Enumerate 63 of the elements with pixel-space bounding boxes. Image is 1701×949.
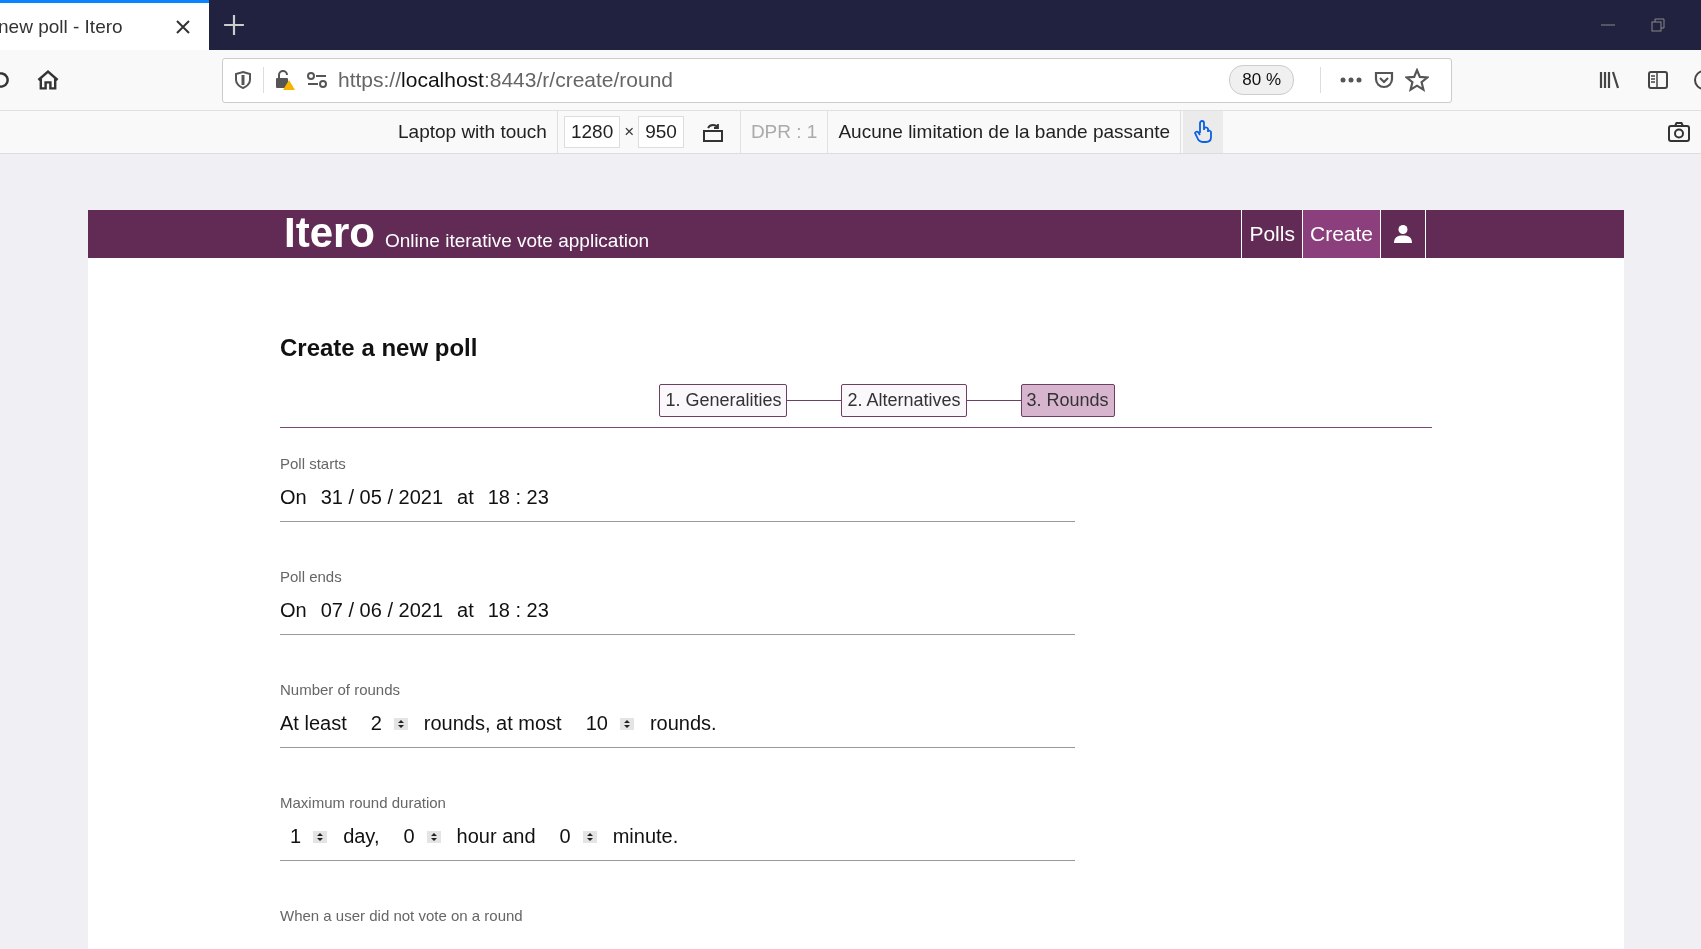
field-text: On	[280, 486, 307, 509]
field-label: Number of rounds	[280, 681, 402, 698]
field-text: On	[280, 599, 307, 622]
field-text: rounds.	[649, 712, 717, 735]
field-label: Maximum round duration	[280, 794, 447, 811]
field-text: minute.	[612, 825, 679, 848]
step-tab[interactable]: 1. Generalities	[659, 384, 788, 417]
spinner-arrows-icon[interactable]	[426, 830, 441, 843]
device-select[interactable]: Laptop with touch	[390, 121, 555, 143]
field-label: When a user did not vote on a round	[280, 907, 524, 924]
tab-title: new poll - Itero	[0, 15, 124, 38]
spinner-arrows-icon[interactable]	[313, 830, 328, 843]
address-bar[interactable]: https://localhost:8443/r/create/round 80 %	[222, 57, 1452, 103]
spinner-arrows-icon[interactable]	[393, 717, 408, 730]
field-text: hour and	[456, 825, 536, 848]
nav-link[interactable]: Polls	[1242, 210, 1303, 258]
number-field[interactable]: 2	[360, 712, 410, 735]
step-tab[interactable]: 3. Rounds	[1020, 384, 1115, 417]
width-field[interactable]: 1280	[563, 116, 621, 148]
step-tab[interactable]: 2. Alternatives	[841, 384, 967, 417]
tagline: Online iterative vote application	[385, 230, 650, 252]
zoom-badge[interactable]: 80 %	[1229, 65, 1294, 95]
user-icon	[1393, 224, 1413, 244]
url-text: https://localhost:8443/r/create/round	[338, 68, 674, 92]
lock-warning-icon	[274, 69, 296, 91]
hand-icon	[1192, 120, 1215, 144]
number-field[interactable]: 1	[280, 825, 330, 848]
page-title: Create a new poll	[280, 334, 479, 362]
shield-icon	[233, 70, 253, 90]
field-text: At least	[280, 712, 347, 735]
times-sign: ×	[624, 122, 635, 142]
field-text: at	[457, 486, 474, 509]
number-field[interactable]: 0	[393, 825, 443, 848]
restore-icon[interactable]	[1651, 18, 1665, 32]
more-icon[interactable]	[1339, 76, 1363, 84]
new-tab-icon[interactable]	[223, 14, 245, 36]
input-field[interactable]: 18 : 23	[487, 599, 549, 622]
browser-tab[interactable]: new poll - Itero	[0, 0, 209, 50]
rotate-icon[interactable]	[701, 121, 724, 143]
star-icon[interactable]	[1405, 68, 1429, 92]
input-field[interactable]: 18 : 23	[487, 486, 549, 509]
field-text: day,	[343, 825, 380, 848]
permissions-icon	[306, 69, 328, 91]
nav-link[interactable]: Create	[1302, 210, 1381, 258]
pocket-icon[interactable]	[1373, 69, 1395, 91]
number-field[interactable]: 0	[549, 825, 599, 848]
close-icon[interactable]	[175, 18, 191, 35]
camera-icon[interactable]	[1667, 121, 1691, 143]
home-icon[interactable]	[36, 68, 60, 92]
input-field[interactable]: 31 / 05 / 2021	[320, 486, 443, 509]
height-field[interactable]: 950	[638, 116, 684, 148]
sidebar-icon[interactable]	[1647, 69, 1669, 91]
field-text: rounds, at most	[423, 712, 562, 735]
number-field[interactable]: 10	[575, 712, 636, 735]
field-label: Poll starts	[280, 455, 347, 472]
field-text: at	[457, 599, 474, 622]
spinner-arrows-icon[interactable]	[619, 717, 634, 730]
throttling-select[interactable]: Aucune limitation de la bande passante	[830, 121, 1179, 143]
spinner-arrows-icon[interactable]	[582, 830, 597, 843]
field-label: Poll ends	[280, 568, 343, 585]
touch-toggle[interactable]	[1183, 111, 1224, 153]
input-field[interactable]: 07 / 06 / 2021	[320, 599, 443, 622]
logo[interactable]: Itero	[284, 210, 375, 256]
